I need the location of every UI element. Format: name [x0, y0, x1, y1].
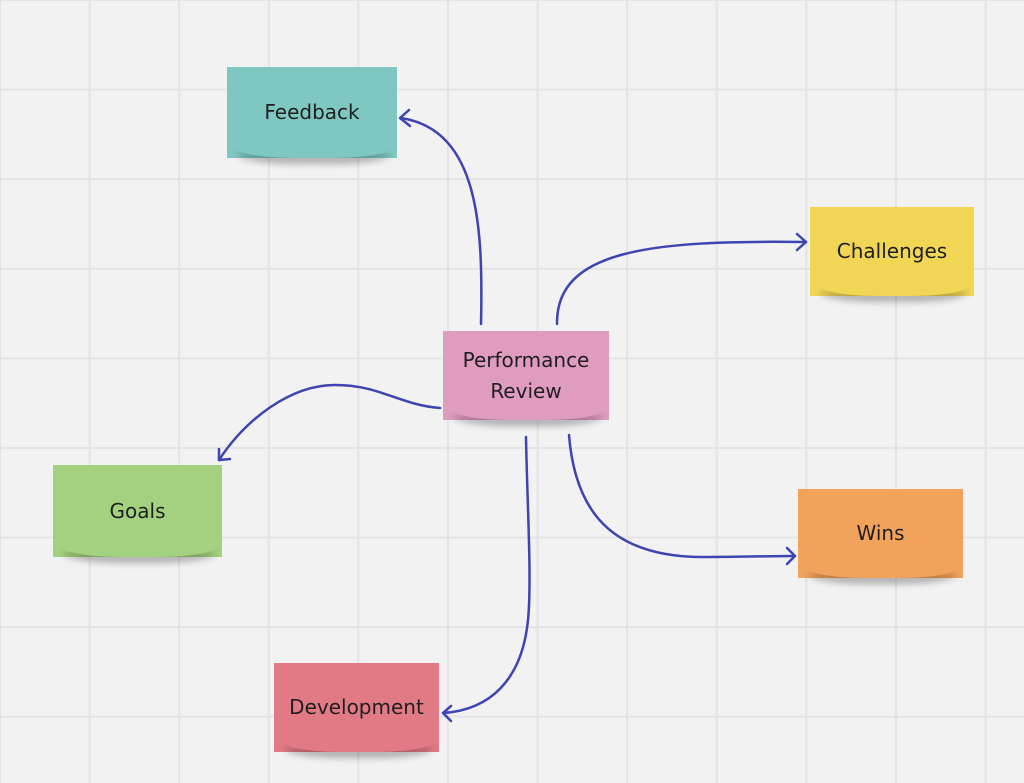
- connector-feedback[interactable]: [398, 108, 483, 326]
- sticky-note-challenges[interactable]: Challenges: [810, 207, 974, 296]
- sticky-note-goals[interactable]: Goals: [53, 465, 222, 557]
- connector-feedback-line[interactable]: [399, 116, 483, 326]
- sticky-note-challenges-text: Challenges: [836, 239, 948, 263]
- sticky-note-performance-review[interactable]: Performance Review: [443, 331, 609, 420]
- connector-challenges-line[interactable]: [555, 240, 808, 326]
- sticky-note-performance-review-text: Performance Review: [463, 345, 590, 407]
- connector-goals-line[interactable]: [217, 383, 442, 462]
- connector-goals[interactable]: [217, 383, 442, 462]
- sticky-note-feedback-text: Feedback: [264, 100, 360, 124]
- connector-development-line[interactable]: [441, 435, 531, 715]
- sticky-note-performance-review-line1: Performance: [462, 347, 590, 372]
- connector-challenges[interactable]: [555, 232, 808, 326]
- sticky-note-wins[interactable]: Wins: [798, 489, 963, 578]
- connector-development[interactable]: [441, 435, 531, 723]
- connector-wins[interactable]: [567, 433, 797, 566]
- sticky-note-goals-text: Goals: [109, 498, 166, 523]
- sticky-note-wins-text: Wins: [856, 521, 905, 545]
- sticky-note-feedback[interactable]: Feedback: [227, 67, 397, 158]
- sticky-note-performance-review-line2: Review: [490, 378, 562, 403]
- connector-wins-line[interactable]: [567, 433, 797, 559]
- whiteboard-canvas[interactable]: Feedback Performance Review Challenges W…: [0, 0, 1024, 783]
- sticky-note-development-text: Development: [289, 695, 424, 719]
- sticky-note-development[interactable]: Development: [274, 663, 439, 752]
